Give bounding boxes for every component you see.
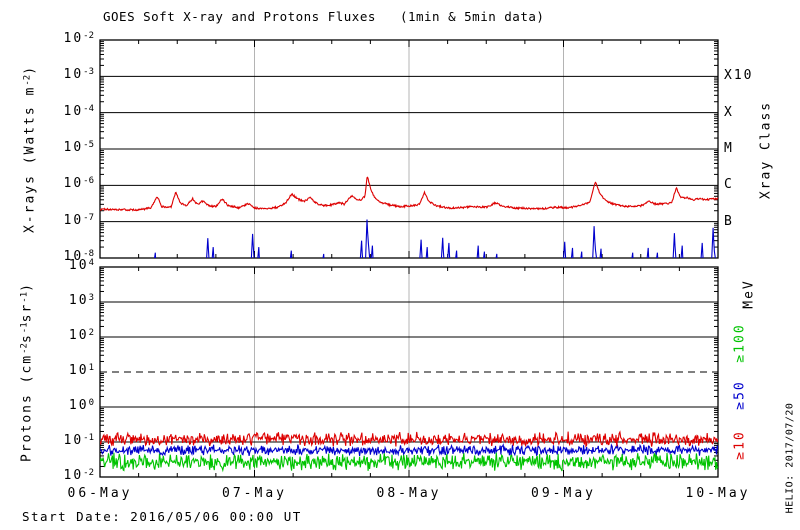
y-tick-label: 10-2 bbox=[63, 468, 95, 483]
y-tick-label: 103 bbox=[68, 293, 94, 308]
y-tick-label: 104 bbox=[68, 258, 94, 273]
xray-class-axis-title: Xray Class bbox=[758, 100, 774, 200]
plot-title: GOES Soft X-ray and Protons Fluxes (1min… bbox=[103, 9, 545, 24]
x-tick-label: 09-May bbox=[531, 486, 596, 501]
x-tick-label: 07-May bbox=[222, 486, 287, 501]
x-tick-label: 06-May bbox=[67, 486, 133, 501]
proton-energy-label: ≥50 bbox=[732, 380, 748, 410]
proton-y-axis-label-close: ) bbox=[19, 282, 35, 292]
proton-y-axis-label-exp2: -1 bbox=[19, 322, 30, 334]
credit-stamp: HELIO: 2017/07/20 bbox=[784, 402, 796, 514]
start-date-label: Start Date: 2016/05/06 00:00 UT bbox=[22, 509, 302, 524]
y-tick-label: 10-1 bbox=[63, 433, 95, 448]
y-tick-label: 10-6 bbox=[63, 176, 95, 192]
xray-class-label: X bbox=[724, 104, 734, 120]
xray-panel-axes bbox=[99, 39, 719, 259]
x-tick-label: 08-May bbox=[376, 486, 442, 501]
y-tick-label: 10-7 bbox=[63, 212, 95, 228]
y-tick-label: 10-2 bbox=[63, 31, 95, 46]
proton-energy-label: ≥100 bbox=[732, 323, 748, 363]
proton-y-axis-label-exp3: -1 bbox=[19, 291, 30, 303]
mev-axis-title: MeV bbox=[741, 279, 757, 309]
xray-class-label: X10 bbox=[724, 68, 754, 84]
chart-canvas bbox=[99, 39, 719, 478]
y-tick-label: 100 bbox=[68, 398, 94, 413]
xray-class-label: C bbox=[724, 177, 734, 193]
proton-panel-axes bbox=[99, 266, 719, 478]
proton-energy-label: ≥10 bbox=[732, 430, 748, 460]
goes-flux-plot: GOES Soft X-ray and Protons Fluxes (1min… bbox=[0, 0, 800, 530]
xray-class-label: M bbox=[724, 141, 734, 156]
proton-y-axis-label-exp1: -2 bbox=[19, 343, 30, 354]
x-tick-label: 10-May bbox=[685, 486, 751, 501]
y-tick-label: 10-5 bbox=[63, 140, 95, 155]
y-tick-label: 10-3 bbox=[63, 67, 95, 83]
xray-class-label: B bbox=[724, 213, 734, 229]
y-tick-label: 102 bbox=[68, 328, 94, 343]
y-tick-label: 10-4 bbox=[63, 103, 95, 119]
y-tick-label: 101 bbox=[68, 363, 94, 378]
